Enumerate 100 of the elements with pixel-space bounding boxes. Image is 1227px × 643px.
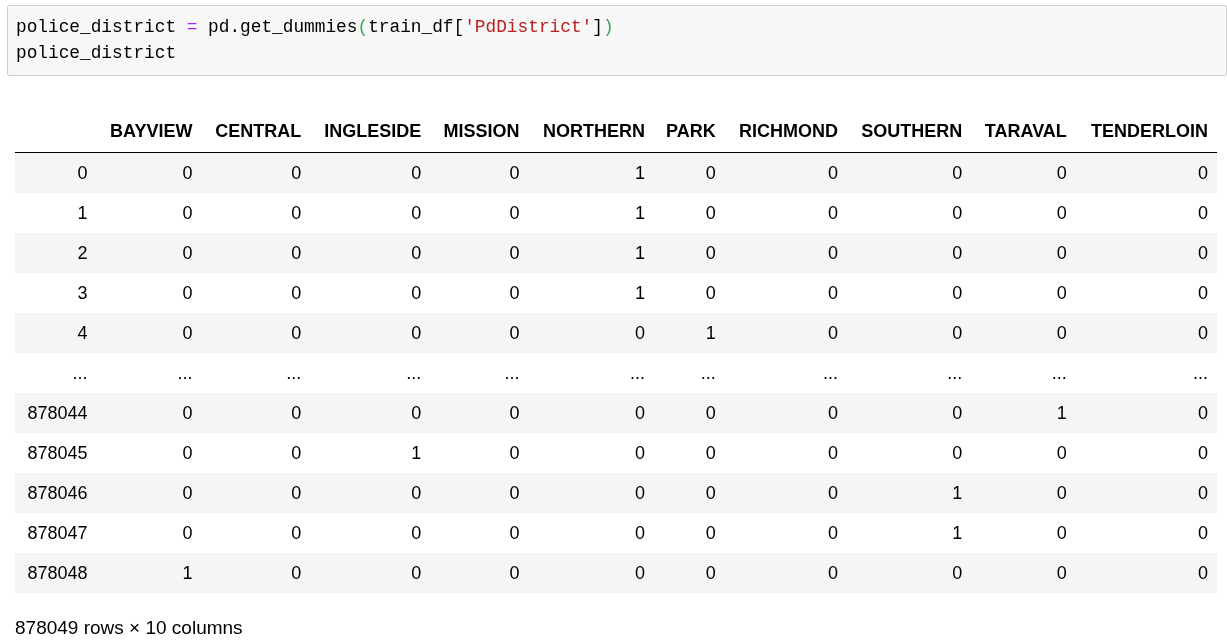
table-cell: 1	[528, 273, 654, 313]
table-cell: 0	[310, 313, 431, 353]
table-cell: 0	[724, 513, 847, 553]
table-cell: 0	[1075, 433, 1217, 473]
table-cell: 0	[654, 233, 725, 273]
table-cell: 0	[1075, 313, 1217, 353]
table-cell: ...	[528, 353, 654, 393]
table-cell: ...	[724, 353, 847, 393]
table-cell: 0	[847, 433, 972, 473]
row-index: 878048	[15, 553, 97, 593]
table-cell: ...	[847, 353, 972, 393]
table-cell: 0	[654, 473, 725, 513]
table-cell: 0	[971, 233, 1076, 273]
table-cell: 0	[430, 433, 529, 473]
row-index: 878044	[15, 393, 97, 433]
table-cell: 0	[201, 152, 311, 193]
table-cell: 0	[847, 152, 972, 193]
table-cell: 0	[201, 233, 311, 273]
code-line: police_district = pd.get_dummies(train_df['PdDistrict'])	[16, 16, 614, 39]
table-cell: 0	[971, 433, 1076, 473]
table-cell: 0	[1075, 473, 1217, 513]
table-cell: 0	[528, 433, 654, 473]
table-shape-text: 878049 rows × 10 columns	[15, 617, 244, 639]
table-cell: 0	[654, 433, 725, 473]
table-cell: 0	[1075, 393, 1217, 433]
column-header: MISSION	[430, 111, 529, 153]
table-cell: 0	[430, 313, 529, 353]
table-cell: 0	[528, 313, 654, 353]
table-cell: 0	[724, 273, 847, 313]
table-cell: 0	[430, 473, 529, 513]
column-header: SOUTHERN	[847, 111, 972, 153]
table-cell: 0	[430, 152, 529, 193]
column-header: NORTHERN	[528, 111, 654, 153]
table-cell: 0	[724, 233, 847, 273]
table-cell: 0	[724, 433, 847, 473]
table-cell: 0	[847, 553, 972, 593]
table-cell: 0	[971, 313, 1076, 353]
table-cell: 0	[724, 193, 847, 233]
table-cell: 1	[528, 193, 654, 233]
table-cell: 0	[1075, 513, 1217, 553]
table-cell: 0	[971, 273, 1076, 313]
table-cell: 0	[724, 152, 847, 193]
column-header: INGLESIDE	[310, 111, 431, 153]
table-cell: 0	[1075, 233, 1217, 273]
table-cell: 0	[96, 193, 202, 233]
table-cell: 0	[847, 393, 972, 433]
table-cell: 0	[310, 273, 431, 313]
table-cell: 0	[971, 553, 1076, 593]
table-cell: 0	[201, 553, 311, 593]
table-cell: 0	[310, 393, 431, 433]
table-cell: 0	[1075, 152, 1217, 193]
table-cell: 0	[1075, 553, 1217, 593]
row-index: 878046	[15, 473, 97, 513]
table-cell: 0	[847, 233, 972, 273]
table-cell: 1	[971, 393, 1076, 433]
table-cell: 0	[96, 513, 202, 553]
table-cell: 0	[201, 393, 311, 433]
table-cell: 0	[1075, 273, 1217, 313]
table-cell: 0	[724, 553, 847, 593]
table-cell: 0	[528, 393, 654, 433]
table-cell: 0	[971, 513, 1076, 553]
table-cell: 0	[971, 193, 1076, 233]
table-cell: 0	[96, 473, 202, 513]
table-cell: 0	[847, 273, 972, 313]
table-cell: 1	[847, 513, 972, 553]
table-cell: ...	[1075, 353, 1217, 393]
table-cell: 0	[430, 513, 529, 553]
column-header: CENTRAL	[201, 111, 311, 153]
column-header: RICHMOND	[724, 111, 847, 153]
table-cell: 0	[528, 473, 654, 513]
table-cell: ...	[971, 353, 1076, 393]
column-header: TENDERLOIN	[1075, 111, 1217, 153]
table-cell: ...	[654, 353, 725, 393]
row-index: 2	[15, 233, 97, 273]
table-cell: 0	[310, 553, 431, 593]
table-cell: 0	[724, 393, 847, 433]
table-cell: 0	[971, 473, 1076, 513]
table-cell: 0	[654, 273, 725, 313]
code-cell[interactable]: police_district = pd.get_dummies(train_df['PdDistrict']) police_district	[7, 5, 1227, 76]
table-cell: 1	[847, 473, 972, 513]
table-cell: 0	[310, 473, 431, 513]
table-cell: 1	[310, 433, 431, 473]
table-cell: 0	[96, 313, 202, 353]
table-cell: 0	[1075, 193, 1217, 233]
table-cell: 0	[971, 152, 1076, 193]
table-cell: 0	[201, 193, 311, 233]
row-index: 3	[15, 273, 97, 313]
table-cell: 0	[96, 152, 202, 193]
row-index: ...	[15, 353, 97, 393]
table-cell: 0	[310, 152, 431, 193]
table-cell: ...	[201, 353, 311, 393]
table-cell: 0	[654, 193, 725, 233]
table-cell: 0	[528, 553, 654, 593]
table-cell: 0	[430, 233, 529, 273]
table-cell: 0	[654, 393, 725, 433]
table-cell: 0	[654, 513, 725, 553]
table-cell: 0	[201, 433, 311, 473]
table-cell: 0	[96, 233, 202, 273]
table-cell: 0	[201, 273, 311, 313]
table-cell: 0	[310, 513, 431, 553]
